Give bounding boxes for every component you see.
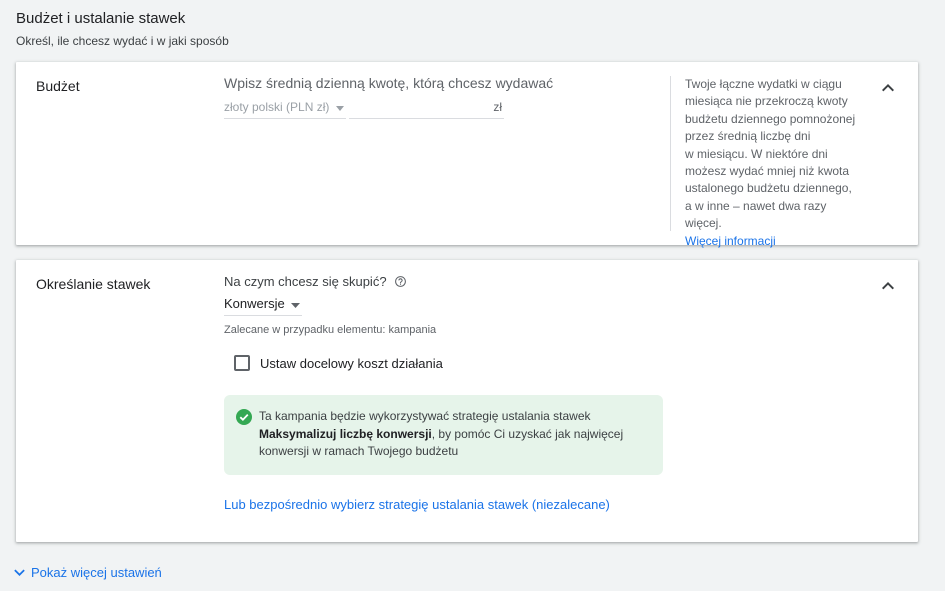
info-strategy-name: Maksymalizuj liczbę konwersji [259,426,432,441]
budget-prompt: Wpisz średnią dzienną kwotę, którą chces… [224,75,554,91]
info-text-1: Ta kampania będzie wykorzystywać strateg… [259,409,591,423]
collapse-budget-button[interactable] [878,78,898,98]
focus-question: Na czym chcesz się skupić? [224,274,407,289]
learn-more-link[interactable]: Więcej informacji [685,233,863,250]
divider [670,76,671,231]
bidding-title: Określanie stawek [36,276,151,292]
help-line: Twoje łączne wydatki w ciągu [685,77,842,91]
collapse-bidding-button[interactable] [878,276,898,296]
help-line: ustalonego budżetu dziennego, [685,181,852,196]
strategy-info-text: Ta kampania będzie wykorzystywać strateg… [259,408,649,475]
help-line: przez średnią liczbę dni [685,129,811,144]
recommended-note: Zalecane w przypadku elementu: kampania [224,324,437,336]
target-cpa-label: Ustaw docelowy koszt działania [260,355,443,371]
budget-amount-field[interactable]: zł [313,95,504,119]
check-circle-icon [236,409,252,475]
budget-title: Budżet [36,78,80,94]
show-more-label: Pokaż więcej ustawień [31,565,162,580]
help-line: możesz wydać mniej niż kwota [685,164,850,179]
focus-dropdown[interactable]: Konwersje [224,292,302,316]
help-line: a w inne – nawet dwa razy więcej. [685,198,827,231]
chevron-up-icon [882,282,894,290]
caret-down-icon [290,296,300,311]
chevron-up-icon [882,84,894,92]
choose-strategy-link[interactable]: Lub bezpośrednio wybierz strategię ustal… [224,497,610,512]
section-subtitle: Określ, ile chcesz wydać i w jaki sposób [16,34,229,48]
target-cpa-option[interactable]: Ustaw docelowy koszt działania [234,355,443,371]
budget-amount-input[interactable] [313,95,490,118]
strategy-info-box: Ta kampania będzie wykorzystywać strateg… [224,395,663,475]
focus-question-label: Na czym chcesz się skupić? [224,274,387,289]
help-circle-icon[interactable] [394,275,407,288]
help-line: miesiąca nie przekroczą kwoty [685,94,848,109]
focus-value: Konwersje [224,296,285,311]
amount-unit: zł [493,99,502,114]
help-line: w miesiącu. W niektóre dni [685,146,828,161]
chevron-down-icon [14,569,25,576]
budget-help-text: Twoje łączne wydatki w ciągu miesiąca ni… [685,76,863,250]
help-line: budżetu dziennego pomnożonej [685,111,856,126]
section-title: Budżet i ustalanie stawek [16,10,186,27]
budget-card: Budżet Wpisz średnią dzienną kwotę, któr… [16,62,918,248]
target-cpa-checkbox[interactable] [234,355,250,371]
show-more-settings-button[interactable]: Pokaż więcej ustawień [14,565,162,580]
bidding-card: Określanie stawek Na czym chcesz się sku… [16,260,918,542]
